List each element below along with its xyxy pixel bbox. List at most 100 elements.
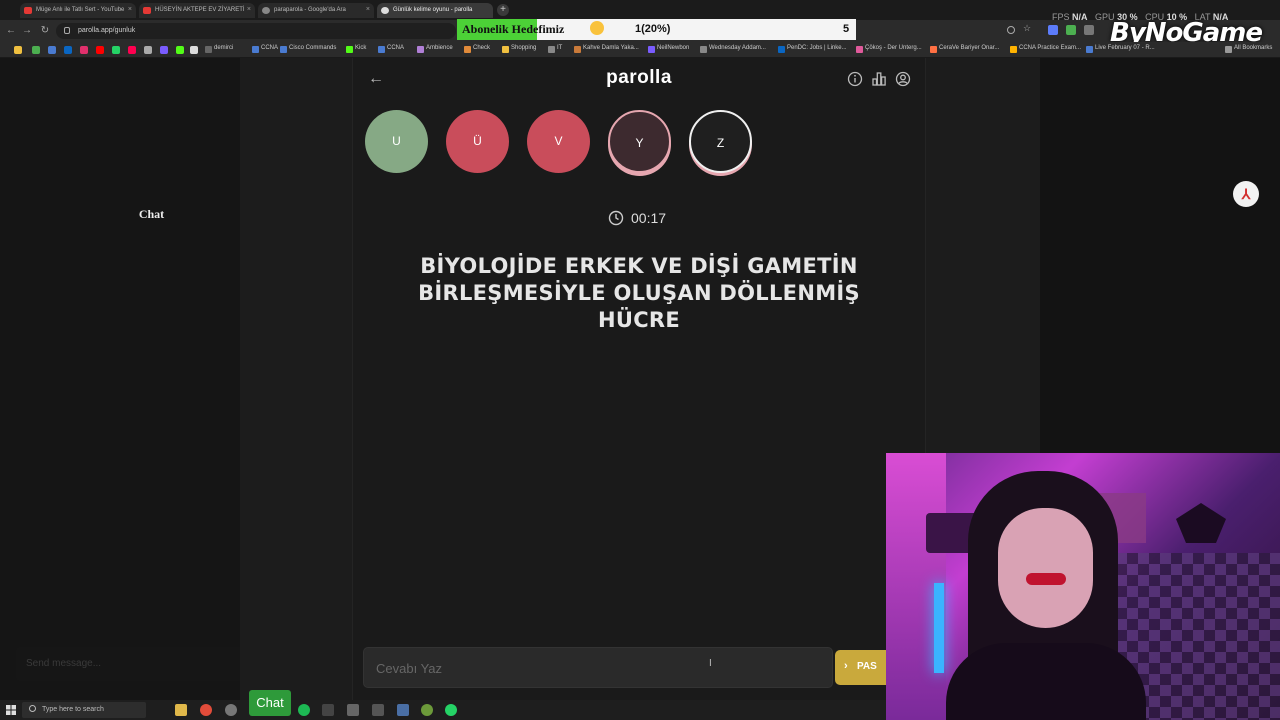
bookmark-label: NeilNewbon (657, 45, 690, 51)
bookmark-shortcut-icon[interactable] (176, 46, 184, 54)
bookmark-icon (548, 46, 555, 53)
left-gutter (240, 58, 352, 700)
bookmark-item[interactable]: CCNA (252, 45, 279, 53)
extension-icon[interactable] (1048, 25, 1058, 35)
tab-title: HÜSEYİN AKTEPE EV ZİYARETİ (155, 7, 245, 13)
tab-google[interactable]: paraparola - Google'da Ara × (258, 3, 374, 18)
letter-circle-next: Z (689, 110, 752, 173)
chat-button[interactable]: Chat (249, 690, 291, 716)
forward-arrow-icon[interactable]: → (20, 24, 34, 38)
bookmark-item[interactable]: CCNA Practice Exam... (1010, 45, 1081, 53)
zoom-icon[interactable] (1007, 26, 1015, 34)
close-icon[interactable]: × (366, 6, 370, 13)
windows-start-icon[interactable] (6, 705, 16, 715)
bookmark-label: Ambience (426, 45, 453, 51)
answer-input[interactable]: Cevabı Yaz (363, 647, 833, 688)
whatsapp-icon[interactable] (445, 704, 457, 716)
bookmarks-bar: demirci CCNA Cisco Commands Kick CCNA Ambienc… (0, 42, 1280, 58)
bookmark-label: Kahve Damla Yaka... (583, 45, 639, 51)
bookmark-item[interactable]: Wednesday Addam... (700, 45, 766, 53)
app-icon[interactable] (347, 704, 359, 716)
bookmark-shortcut-icon[interactable] (14, 46, 22, 54)
bookmark-item[interactable]: Cisco Commands (280, 45, 337, 53)
new-tab-button[interactable]: + (497, 4, 509, 16)
info-icon[interactable] (847, 71, 863, 87)
bookmark-item[interactable]: Kick (346, 45, 367, 53)
bookmark-shortcut-icon[interactable] (48, 46, 56, 54)
youtube-icon (24, 7, 32, 14)
tab-parolla[interactable]: Günlük kelime oyunu - parolla (377, 3, 493, 18)
bookmark-label: CCNA (261, 45, 279, 51)
blue-light (934, 583, 944, 673)
bookmark-label: PenDC: Jobs | Linke... (787, 45, 847, 51)
extension-icon[interactable] (1066, 25, 1076, 35)
app-icon[interactable] (225, 704, 237, 716)
bookmark-label: Kick (355, 45, 367, 51)
bookmark-label: Çökoş - Der Unterg... (865, 45, 922, 51)
reload-icon[interactable]: ↻ (38, 24, 52, 38)
bookmark-shortcut-icon[interactable] (96, 46, 104, 54)
tab-youtube-1[interactable]: Müge Anlı ile Tatlı Sert - YouTube × (20, 3, 136, 18)
bookmark-shortcut-icon[interactable] (144, 46, 152, 54)
close-icon[interactable]: × (128, 6, 132, 13)
profile-icon[interactable] (895, 71, 911, 87)
app-title: parolla (606, 67, 672, 88)
bookmark-icon (1010, 46, 1017, 53)
chrome-icon[interactable] (200, 704, 212, 716)
back-arrow-icon[interactable]: ← (4, 24, 18, 38)
bookmark-shortcut-icon[interactable] (190, 46, 198, 54)
url-text: parolla.app/gunluk (78, 27, 136, 34)
bookmark-item[interactable]: Shopping (502, 45, 536, 53)
bookmark-item[interactable]: PenDC: Jobs | Linke... (778, 45, 847, 53)
star-icon[interactable]: ☆ (1023, 23, 1033, 33)
bookmark-shortcut-icon[interactable] (112, 46, 120, 54)
bookmark-shortcut-icon[interactable] (160, 46, 168, 54)
bookmark-label: All Bookmarks (1234, 45, 1273, 51)
webcam-overlay (886, 453, 1280, 720)
bookmark-item[interactable]: All Bookmarks (1225, 45, 1273, 53)
bookmark-item[interactable]: IT (548, 45, 562, 53)
letter-circle-wrong: V (527, 110, 590, 173)
bookmark-label: Cisco Commands (289, 45, 337, 51)
app-icon[interactable] (322, 704, 334, 716)
bookmark-shortcut-icon[interactable] (32, 46, 40, 54)
letter-circle-current: Y (608, 110, 671, 173)
tab-youtube-2[interactable]: HÜSEYİN AKTEPE EV ZİYARETİ × (139, 3, 255, 18)
bookmark-item[interactable]: demirci (205, 45, 233, 53)
timer: 00:17 (608, 209, 688, 227)
chevron-right-icon: › (844, 660, 848, 672)
bookmark-shortcut-icon[interactable] (64, 46, 72, 54)
bookmark-item[interactable]: Live February 07 - R... (1086, 45, 1155, 53)
text-cursor-icon: I (709, 658, 712, 669)
bookmark-icon (378, 46, 385, 53)
back-button[interactable]: ← (366, 70, 386, 88)
search-icon (29, 705, 36, 712)
bookmark-label: Check (473, 45, 491, 51)
pdf-reader-icon[interactable]: ⅄ (1233, 181, 1259, 207)
bookmark-icon (205, 46, 212, 53)
bookmark-item[interactable]: Çökoş - Der Unterg... (856, 45, 922, 53)
app-icon[interactable] (372, 704, 384, 716)
bookmark-item[interactable]: CeraVe Bariyer Onar... (930, 45, 999, 53)
stats-chart-icon[interactable] (871, 71, 887, 87)
bookmark-item[interactable]: Kahve Damla Yaka... (574, 45, 639, 53)
bookmark-item[interactable]: Ambience (417, 45, 453, 53)
fps-label: FPS (1052, 12, 1070, 22)
timer-value: 00:17 (631, 210, 667, 226)
bookmark-shortcut-icon[interactable] (128, 46, 136, 54)
file-explorer-icon[interactable] (175, 704, 187, 716)
bookmark-item[interactable]: NeilNewbon (648, 45, 690, 53)
app-icon[interactable] (421, 704, 433, 716)
app-icon[interactable] (397, 704, 409, 716)
url-field[interactable]: parolla.app/gunluk (56, 23, 456, 39)
bookmark-shortcut-icon[interactable] (80, 46, 88, 54)
taskbar-search[interactable]: Type here to search (22, 702, 146, 718)
bookmark-item[interactable]: CCNA (378, 45, 404, 53)
letter-circle-wrong: Ü (446, 110, 509, 173)
extension-icon[interactable] (1084, 25, 1094, 35)
goal-title: Abonelik Hedefimiz (462, 22, 565, 36)
spotify-icon[interactable] (298, 704, 310, 716)
close-icon[interactable]: × (247, 6, 251, 13)
parolla-favicon-icon (381, 7, 389, 14)
bookmark-item[interactable]: Check (464, 45, 491, 53)
